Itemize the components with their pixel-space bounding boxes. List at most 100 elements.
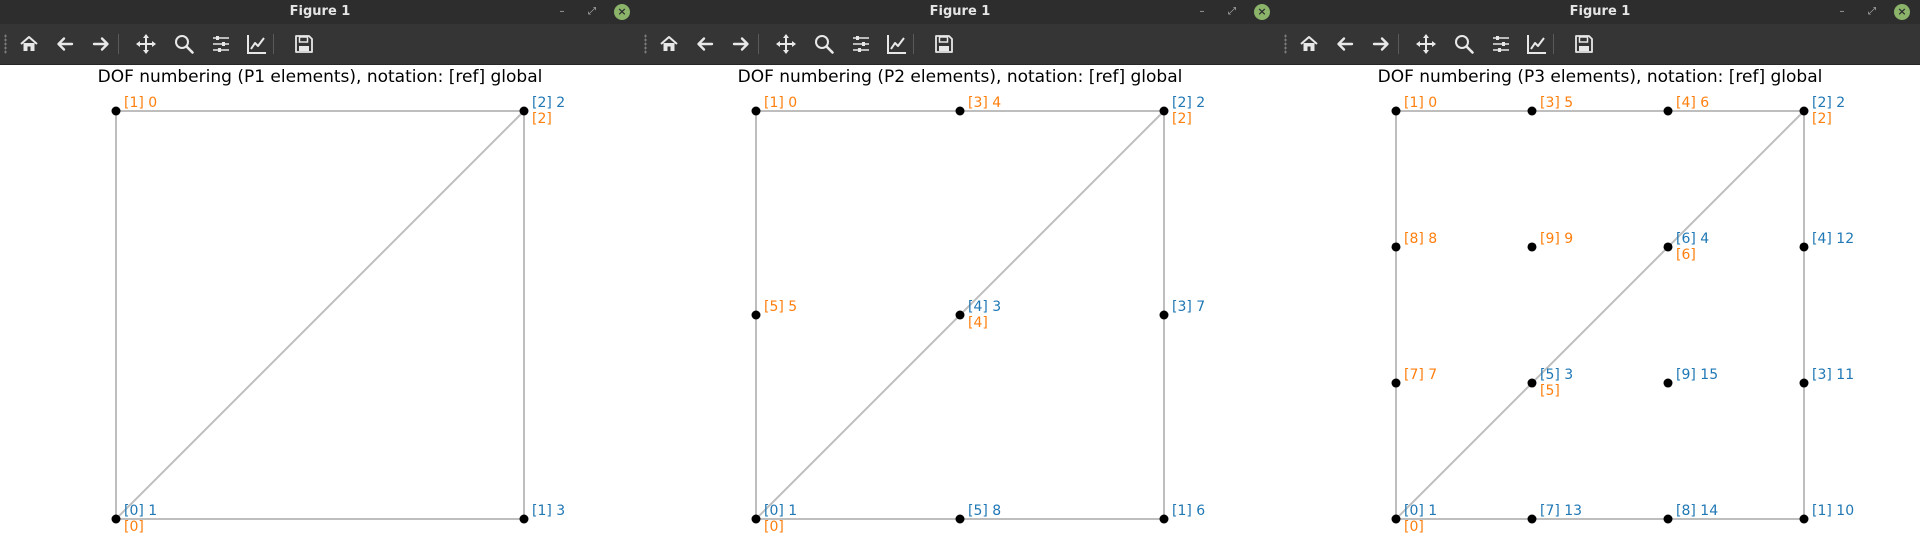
- dof-label: [4] 6: [1676, 95, 1709, 111]
- dof-point: [1663, 242, 1673, 252]
- dof-point: [751, 310, 761, 320]
- window-title: Figure 1: [929, 4, 991, 19]
- dof-label: [6] 4: [1676, 231, 1709, 247]
- dof-label: [2]: [1172, 111, 1192, 127]
- toolbar-separator: [913, 34, 914, 54]
- dof-label: [1] 3: [532, 503, 565, 519]
- close-button[interactable]: ×: [1254, 4, 1270, 20]
- dof-label: [7] 13: [1540, 503, 1582, 519]
- minimize-button[interactable]: –: [1194, 4, 1210, 20]
- back-icon: [1337, 37, 1354, 51]
- navigation-toolbar: [640, 24, 1280, 65]
- dof-point: [751, 514, 761, 524]
- dof-label: [1] 0: [124, 95, 157, 111]
- plot-title: DOF numbering (P1 elements), notation: […: [98, 67, 543, 87]
- dof-label: [3] 11: [1812, 367, 1854, 383]
- dof-label: [2] 2: [1812, 95, 1845, 111]
- dof-point: [1527, 378, 1537, 388]
- window-titlebar[interactable]: Figure 1 – ⤢ ×: [1280, 0, 1920, 24]
- dof-point: [519, 106, 529, 116]
- window-title: Figure 1: [1569, 4, 1631, 19]
- home-button[interactable]: [15, 30, 43, 58]
- dof-label: [5]: [1540, 383, 1560, 399]
- back-button[interactable]: [1331, 30, 1359, 58]
- dof-point: [1663, 378, 1673, 388]
- back-icon: [57, 37, 74, 51]
- dof-label: [5] 8: [968, 503, 1001, 519]
- window-titlebar[interactable]: Figure 1 – ⤢ ×: [0, 0, 640, 24]
- dof-label: [3] 5: [1540, 95, 1573, 111]
- close-button[interactable]: ×: [1894, 4, 1910, 20]
- configure-subplots-icon: [1493, 36, 1509, 52]
- edit-axes-button[interactable]: [1523, 30, 1551, 58]
- dof-point: [1663, 106, 1673, 116]
- dof-label: [2]: [1812, 111, 1832, 127]
- save-icon: [1575, 35, 1593, 53]
- dof-point: [519, 514, 529, 524]
- configure-subplots-button[interactable]: [847, 30, 875, 58]
- minimize-button[interactable]: –: [1834, 4, 1850, 20]
- dof-point: [955, 514, 965, 524]
- restore-button[interactable]: ⤢: [584, 4, 600, 20]
- figure-window-p2: Figure 1 – ⤢ × DOF numbering (P2 elements), …: [640, 0, 1280, 544]
- pan-button[interactable]: [1412, 30, 1440, 58]
- dof-point: [1391, 242, 1401, 252]
- dof-point: [1391, 378, 1401, 388]
- dof-label: [8] 8: [1404, 231, 1437, 247]
- save-button[interactable]: [930, 30, 958, 58]
- plot-canvas[interactable]: DOF numbering (P2 elements), notation: […: [640, 64, 1280, 544]
- edit-axes-button[interactable]: [243, 30, 271, 58]
- dof-label: [3] 7: [1172, 299, 1205, 315]
- home-button[interactable]: [655, 30, 683, 58]
- dof-point: [955, 310, 965, 320]
- dof-label: [0] 1: [1404, 503, 1437, 519]
- dof-point: [1159, 106, 1169, 116]
- edit-axes-button[interactable]: [883, 30, 911, 58]
- plot-canvas[interactable]: DOF numbering (P1 elements), notation: […: [0, 64, 640, 544]
- zoom-button[interactable]: [810, 30, 838, 58]
- back-button[interactable]: [691, 30, 719, 58]
- navigation-toolbar: [1280, 24, 1920, 65]
- home-icon: [660, 36, 678, 51]
- configure-subplots-button[interactable]: [1487, 30, 1515, 58]
- dof-label: [1] 10: [1812, 503, 1854, 519]
- toolbar-grip[interactable]: [4, 34, 7, 54]
- window-titlebar[interactable]: Figure 1 – ⤢ ×: [640, 0, 1280, 24]
- pan-button[interactable]: [132, 30, 160, 58]
- dof-point: [111, 106, 121, 116]
- dof-label: [2]: [532, 111, 552, 127]
- plot-title: DOF numbering (P3 elements), notation: […: [1378, 67, 1823, 87]
- forward-button[interactable]: [727, 30, 755, 58]
- toolbar-separator: [758, 34, 759, 54]
- forward-button[interactable]: [87, 30, 115, 58]
- restore-button[interactable]: ⤢: [1864, 4, 1880, 20]
- minimize-button[interactable]: –: [554, 4, 570, 20]
- dof-point: [1391, 106, 1401, 116]
- restore-button[interactable]: ⤢: [1224, 4, 1240, 20]
- plot-canvas[interactable]: DOF numbering (P3 elements), notation: […: [1280, 64, 1920, 544]
- dof-label: [5] 3: [1540, 367, 1573, 383]
- plot-title: DOF numbering (P2 elements), notation: […: [738, 67, 1183, 87]
- edit-axes-icon: [247, 35, 266, 54]
- dof-label: [7] 7: [1404, 367, 1437, 383]
- window-title: Figure 1: [289, 4, 351, 19]
- forward-button[interactable]: [1367, 30, 1395, 58]
- zoom-button[interactable]: [1450, 30, 1478, 58]
- configure-subplots-icon: [213, 36, 229, 52]
- dof-label: [9] 15: [1676, 367, 1718, 383]
- save-icon: [295, 35, 313, 53]
- save-button[interactable]: [1570, 30, 1598, 58]
- back-icon: [697, 37, 714, 51]
- pan-button[interactable]: [772, 30, 800, 58]
- save-button[interactable]: [290, 30, 318, 58]
- close-button[interactable]: ×: [614, 4, 630, 20]
- edit-axes-icon: [887, 35, 906, 54]
- configure-subplots-button[interactable]: [207, 30, 235, 58]
- dof-point: [751, 106, 761, 116]
- dof-plot: DOF numbering (P3 elements), notation: […: [1378, 67, 1854, 535]
- zoom-button[interactable]: [170, 30, 198, 58]
- toolbar-grip[interactable]: [644, 34, 647, 54]
- back-button[interactable]: [51, 30, 79, 58]
- home-button[interactable]: [1295, 30, 1323, 58]
- toolbar-grip[interactable]: [1284, 34, 1287, 54]
